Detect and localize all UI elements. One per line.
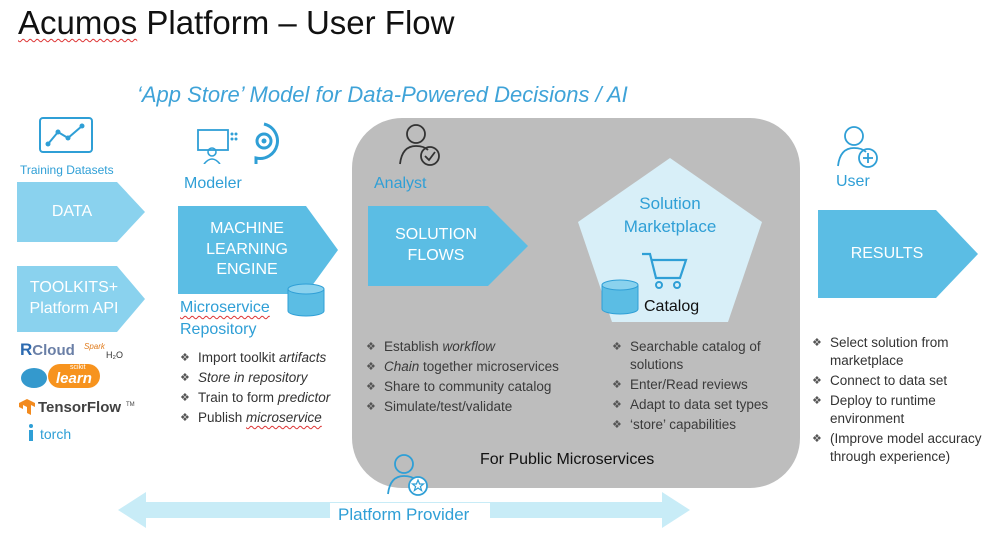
list-item: Chain together microservices: [366, 358, 586, 376]
ml-engine-label: MACHINE LEARNING ENGINE: [206, 219, 288, 279]
user-role-label: User: [836, 173, 870, 190]
catalog-database-icon: [601, 279, 639, 315]
list-item: Connect to data set: [812, 372, 992, 390]
list-item: Searchable catalog of solutions: [612, 338, 792, 374]
provider-user-icon: [387, 454, 428, 496]
list-item: Publish microservice: [180, 409, 360, 427]
torch-icon: [29, 424, 33, 441]
marketplace-bullet-list: Searchable catalog of solutions Enter/Re…: [612, 338, 792, 436]
list-item: Establish workflow: [366, 338, 586, 356]
spark-logo: Spark: [84, 342, 105, 351]
rcloud-logo: RCloud: [20, 340, 75, 359]
training-datasets-label: Training Datasets: [20, 163, 114, 177]
modeler-bullet-list: Import toolkit artifacts Store in reposi…: [180, 349, 360, 429]
modeler-whiteboard-icon: [197, 129, 238, 164]
solution-flows-label: SOLUTION FLOWS: [395, 226, 477, 264]
modeler-role-label: Modeler: [184, 175, 242, 192]
torch-logo: torch: [40, 426, 72, 442]
list-item: Share to community catalog: [366, 378, 586, 396]
list-item: Import toolkit artifacts: [180, 349, 360, 367]
list-item: Deploy to runtime environment: [812, 392, 992, 428]
microservice-repository-label: Microservice Repository: [180, 299, 270, 338]
list-item: Enter/Read reviews: [612, 376, 792, 394]
solution-marketplace-label: Solution Marketplace: [623, 194, 717, 236]
toolkits-label: TOOLKITS+ Platform API: [29, 279, 119, 317]
page-title: Acumos Platform – User Flow: [18, 4, 455, 41]
user-bullet-list: Select solution from marketplace Connect…: [812, 334, 992, 468]
analyst-bullet-list: Establish workflow Chain together micros…: [366, 338, 586, 418]
list-item: Simulate/test/validate: [366, 398, 586, 416]
analyst-user-icon: [399, 124, 440, 166]
tensorflow-icon: [19, 399, 35, 415]
shopping-cart-icon: [642, 252, 688, 289]
repository-database-icon: [287, 283, 325, 317]
list-item: ‘store’ capabilities: [612, 416, 792, 434]
catalog-label: Catalog: [644, 298, 700, 315]
user-add-icon: [837, 126, 878, 168]
h2o-logo: H₂O: [106, 350, 123, 360]
list-item: Select solution from marketplace: [812, 334, 992, 370]
brain-gear-icon: [254, 122, 279, 164]
training-datasets-icon: [39, 117, 93, 153]
data-label: DATA: [51, 202, 93, 220]
analyst-role-label: Analyst: [374, 175, 427, 192]
diagram-subtitle: ‘App Store’ Model for Data-Powered Decis…: [137, 82, 628, 107]
list-item: Train to form predictor: [180, 389, 360, 407]
tensorflow-logo: TensorFlow: [38, 399, 122, 416]
list-item: Adapt to data set types: [612, 396, 792, 414]
list-item: (Improve model accuracy through experien…: [812, 430, 992, 466]
platform-provider-label: Platform Provider: [338, 505, 470, 524]
list-item: Store in repository: [180, 369, 360, 387]
public-microservices-label: For Public Microservices: [480, 451, 655, 468]
results-label: RESULTS: [850, 244, 924, 262]
